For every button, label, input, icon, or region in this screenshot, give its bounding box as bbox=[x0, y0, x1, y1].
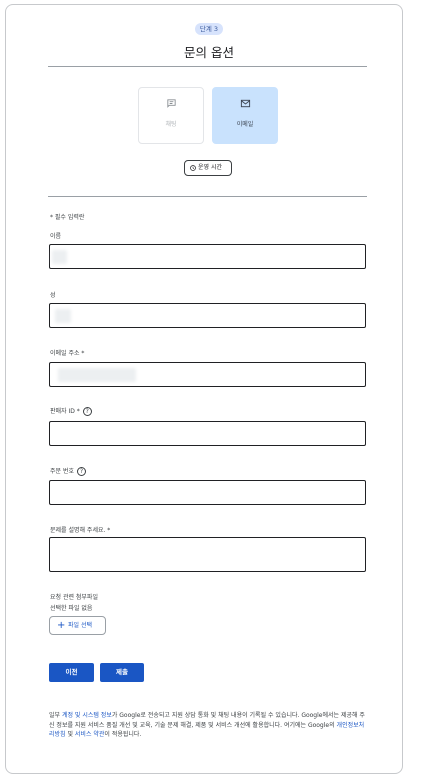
terms-of-service-link[interactable]: 서비스 약관 bbox=[75, 731, 105, 738]
page-title: 문의 옵션 bbox=[184, 45, 234, 60]
step-badge: 단계 3 bbox=[195, 23, 223, 35]
order-number-label-row: 주문 번호? bbox=[50, 466, 86, 476]
plus-icon: + bbox=[57, 620, 66, 631]
help-icon[interactable]: ? bbox=[77, 467, 86, 476]
email-input[interactable] bbox=[49, 362, 366, 387]
attachment-status: 선택한 파일 없음 bbox=[50, 605, 93, 612]
first-name-label: 이름 bbox=[50, 233, 62, 240]
operating-hours-label: 운영 시간 bbox=[198, 164, 222, 171]
choose-file-label: 파일 선택 bbox=[68, 622, 92, 629]
attachment-label: 요청 관련 첨부파일 bbox=[50, 594, 98, 601]
last-name-label: 성 bbox=[50, 292, 56, 299]
submit-button[interactable]: 제출 bbox=[100, 663, 144, 682]
contact-option-label: 채팅 bbox=[165, 121, 177, 128]
options-divider bbox=[48, 196, 367, 197]
contact-option-chat[interactable]: 채팅 bbox=[138, 87, 204, 144]
redacted-value bbox=[55, 309, 71, 323]
chat-icon bbox=[167, 99, 176, 108]
privacy-text: 일부 bbox=[49, 712, 62, 719]
clock-icon bbox=[190, 164, 196, 171]
first-name-input[interactable] bbox=[49, 244, 366, 269]
privacy-text: 및 bbox=[65, 731, 75, 738]
seller-id-input[interactable] bbox=[49, 421, 366, 446]
choose-file-button[interactable]: + 파일 선택 bbox=[49, 616, 106, 635]
order-number-input[interactable] bbox=[49, 480, 366, 505]
support-form-card bbox=[5, 4, 403, 774]
description-label: 문제를 설명해 주세요. * bbox=[50, 527, 111, 534]
order-number-label: 주문 번호 bbox=[50, 468, 74, 475]
back-button[interactable]: 이전 bbox=[49, 663, 94, 682]
account-info-link[interactable]: 계정 및 시스템 정보 bbox=[62, 712, 112, 719]
privacy-text: 이 적용됩니다. bbox=[104, 731, 142, 738]
redacted-value bbox=[58, 368, 136, 382]
help-icon[interactable]: ? bbox=[82, 407, 92, 416]
mail-icon bbox=[240, 99, 251, 108]
contact-option-email[interactable]: 이메일 bbox=[212, 87, 278, 144]
redacted-value bbox=[52, 250, 67, 264]
seller-id-label: 판매자 ID * bbox=[50, 408, 80, 415]
operating-hours-button[interactable]: 운영 시간 bbox=[184, 160, 232, 176]
description-textarea[interactable] bbox=[49, 537, 366, 572]
title-divider bbox=[48, 66, 367, 67]
privacy-notice: 일부 계정 및 시스템 정보가 Google로 전송되고 지원 상담 통화 및 … bbox=[49, 711, 369, 740]
email-label: 이메일 주소 * bbox=[50, 350, 85, 357]
seller-id-label-row: 판매자 ID *? bbox=[50, 406, 92, 416]
required-note: * 필수 입력란 bbox=[50, 214, 85, 221]
last-name-input[interactable] bbox=[49, 303, 366, 328]
contact-option-label: 이메일 bbox=[236, 121, 254, 128]
